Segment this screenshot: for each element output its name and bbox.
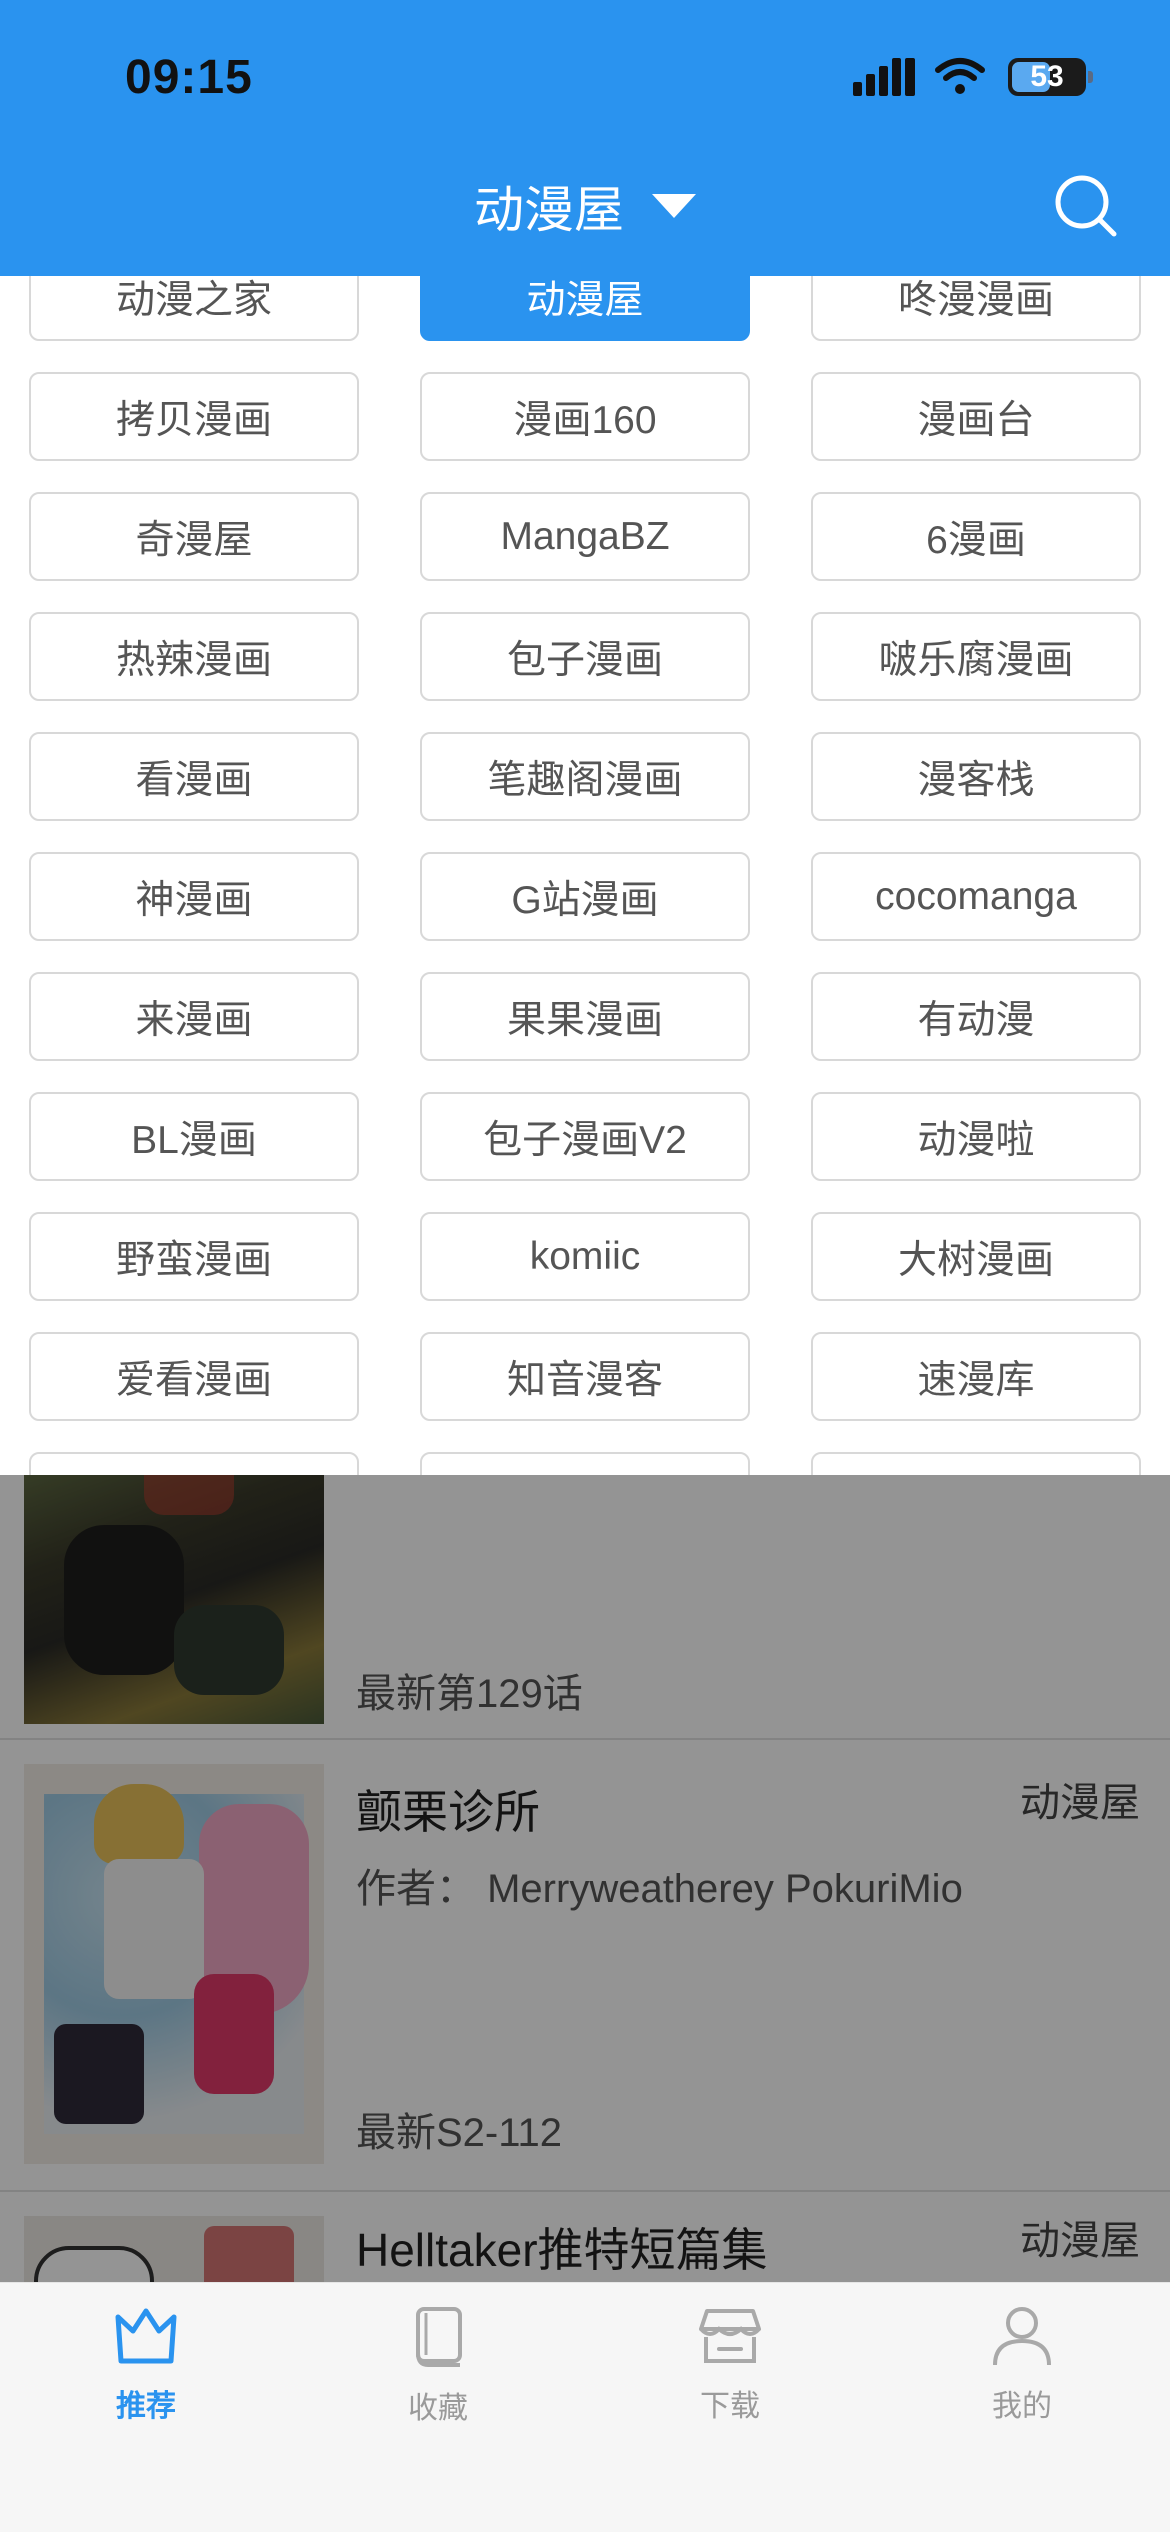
- source-option[interactable]: 热辣漫画: [29, 612, 359, 701]
- battery-icon: 53: [1008, 58, 1093, 96]
- source-option[interactable]: 果果漫画: [420, 972, 750, 1061]
- caret-down-icon: [652, 194, 696, 218]
- source-option[interactable]: 神漫画: [29, 852, 359, 941]
- page-title: 动漫屋: [474, 182, 624, 238]
- source-option[interactable]: 动漫之家: [29, 276, 359, 341]
- source-option[interactable]: 6漫画: [811, 492, 1141, 581]
- source-option[interactable]: 咚漫漫画: [811, 276, 1141, 341]
- source-option[interactable]: 漫客栈: [811, 732, 1141, 821]
- source-option[interactable]: 拷贝漫画: [29, 372, 359, 461]
- source-option[interactable]: 漫画台: [811, 372, 1141, 461]
- source-grid: 动漫之家 动漫屋 咚漫漫画拷贝漫画 漫画160 漫画台奇漫屋 MangaBZ 6漫画热辣漫画…: [29, 276, 1141, 1475]
- source-option[interactable]: 知音漫客: [420, 1332, 750, 1421]
- source-option[interactable]: 包子漫画V2: [420, 1092, 750, 1181]
- source-option[interactable]: 野蛮漫画: [29, 1212, 359, 1301]
- source-option[interactable]: 大树漫画: [811, 1212, 1141, 1301]
- tab-download[interactable]: 下载: [630, 2305, 830, 2435]
- person-icon: [993, 2307, 1051, 2366]
- source-option[interactable]: [420, 1452, 750, 1475]
- source-option[interactable]: komiic: [420, 1212, 750, 1301]
- dim-overlay[interactable]: [0, 1475, 1170, 2282]
- source-selector[interactable]: 动漫屋: [0, 170, 1170, 242]
- source-option[interactable]: 笔趣阁漫画: [420, 732, 750, 821]
- source-option[interactable]: 动漫啦: [811, 1092, 1141, 1181]
- crown-icon: [115, 2308, 177, 2364]
- status-time: 09:15: [125, 51, 253, 104]
- source-option[interactable]: 看漫画: [29, 732, 359, 821]
- tab-recommend[interactable]: 推荐: [46, 2305, 246, 2435]
- source-option[interactable]: BL漫画: [29, 1092, 359, 1181]
- tab-label: 推荐: [116, 2390, 176, 2423]
- battery-level: 53: [1030, 60, 1064, 93]
- source-option[interactable]: 漫画160: [420, 372, 750, 461]
- source-option[interactable]: 来漫画: [29, 972, 359, 1061]
- wifi-icon: [935, 58, 985, 94]
- source-option[interactable]: MangaBZ: [420, 492, 750, 581]
- source-option[interactable]: cocomanga: [811, 852, 1141, 941]
- book-icon: [416, 2307, 462, 2367]
- source-option[interactable]: 有动漫: [811, 972, 1141, 1061]
- tab-label: 收藏: [408, 2392, 468, 2425]
- tab-profile[interactable]: 我的: [922, 2305, 1122, 2435]
- source-option[interactable]: [29, 1452, 359, 1475]
- source-option[interactable]: 奇漫屋: [29, 492, 359, 581]
- source-option[interactable]: [811, 1452, 1141, 1475]
- cellular-signal-icon: [853, 58, 915, 96]
- bottom-tab-bar: 推荐 收藏 下载 我的: [0, 2282, 1170, 2532]
- source-option[interactable]: G站漫画: [420, 852, 750, 941]
- tab-label: 我的: [992, 2390, 1052, 2423]
- source-option[interactable]: 爱看漫画: [29, 1332, 359, 1421]
- store-icon: [699, 2309, 761, 2363]
- app-header: 09:15 53 动漫屋: [0, 0, 1170, 276]
- search-icon[interactable]: [1052, 172, 1118, 238]
- source-option[interactable]: 包子漫画: [420, 612, 750, 701]
- source-option[interactable]: 动漫屋: [420, 276, 750, 341]
- tab-favorites[interactable]: 收藏: [338, 2305, 538, 2435]
- source-option[interactable]: 速漫库: [811, 1332, 1141, 1421]
- tab-label: 下载: [700, 2390, 760, 2423]
- source-option[interactable]: 啵乐腐漫画: [811, 612, 1141, 701]
- source-dropdown-panel: 动漫之家 动漫屋 咚漫漫画拷贝漫画 漫画160 漫画台奇漫屋 MangaBZ 6漫画热辣漫画…: [0, 276, 1170, 1475]
